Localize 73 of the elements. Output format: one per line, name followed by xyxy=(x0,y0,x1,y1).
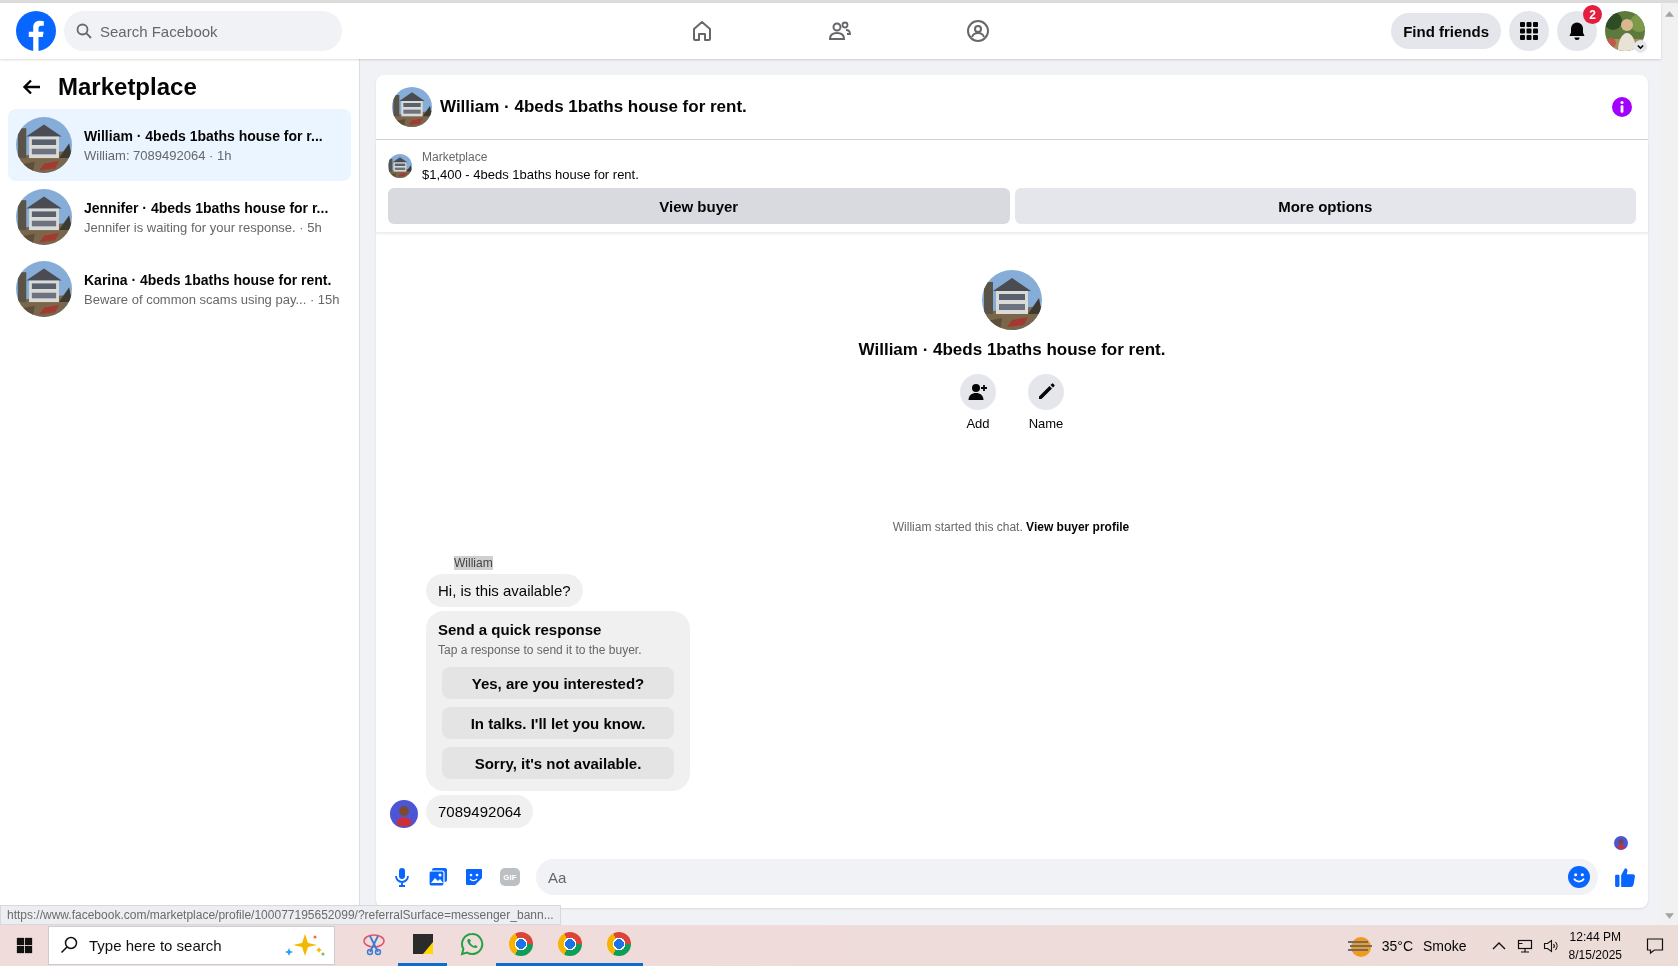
network-icon[interactable] xyxy=(1516,937,1533,954)
notification-center-icon[interactable] xyxy=(1646,936,1664,955)
pencil-icon xyxy=(1036,382,1056,402)
grid-icon xyxy=(1519,21,1539,41)
quick-response-hint: Tap a response to send it to the buyer. xyxy=(438,643,643,657)
conversation-title: William · 4beds 1baths house for r... xyxy=(84,127,323,144)
listing-source: Marketplace xyxy=(422,150,489,164)
windows-start-icon[interactable] xyxy=(16,937,33,954)
quick-response-title: Send a quick response xyxy=(438,621,603,638)
home-icon[interactable] xyxy=(690,19,714,43)
notifications-button[interactable] xyxy=(1557,11,1597,51)
weather-condition: Smoke xyxy=(1423,937,1467,954)
back-arrow-icon[interactable] xyxy=(22,77,42,97)
conversation-item[interactable]: Karina · 4beds 1baths house for rent. Beware of common scams using pay... · 15h xyxy=(8,253,351,325)
sparkle-icon xyxy=(285,933,325,957)
conversation-preview: William: 7089492064 · 1h xyxy=(84,147,233,163)
browser-icon xyxy=(557,932,582,956)
clock-time: 12:44 PM xyxy=(1569,928,1621,946)
listing-action-button[interactable]: More options xyxy=(1014,188,1636,224)
sticker-icon[interactable] xyxy=(464,867,484,887)
volume-icon[interactable] xyxy=(1542,937,1559,954)
clock-date: 8/15/2025 xyxy=(1568,946,1622,964)
chat-start-note: William started this chat. View buyer profile xyxy=(892,520,1130,534)
conversation-item[interactable]: Jennifer · 4beds 1baths house for r... Jennifer is waiting for your response. · 5h xyxy=(8,181,351,253)
search-field[interactable]: Search Facebook xyxy=(64,11,342,51)
profile-action-label: Name xyxy=(1028,416,1064,431)
paint-icon xyxy=(361,932,386,956)
add-person-icon xyxy=(968,382,988,402)
conversation-title: Karina · 4beds 1baths house for rent. xyxy=(84,271,333,288)
quick-response-button[interactable]: In talks. I'll let you know. xyxy=(442,707,674,739)
chat-bubble-icon xyxy=(459,932,484,956)
microphone-icon[interactable] xyxy=(392,867,412,887)
chat-title: William · 4beds 1baths house for rent. xyxy=(440,97,747,117)
link-status-url: https://www.facebook.com/marketplace/profile/100077195652099/?referralSurface=messenger_bann... xyxy=(0,905,561,925)
message-bubble: 7089492064 xyxy=(426,795,534,828)
quick-response-button[interactable]: Yes, are you interested? xyxy=(442,667,674,699)
browser-icon xyxy=(508,932,533,956)
conversation-preview: Beware of common scams using pay... · 15h xyxy=(84,291,340,307)
seen-avatar xyxy=(1614,836,1628,850)
listing-title: $1,400 - 4beds 1baths house for rent. xyxy=(422,167,639,182)
conversation-preview: Jennifer is waiting for your response. · 5h xyxy=(84,219,323,235)
search-icon xyxy=(60,936,78,954)
thumbs-up-icon[interactable] xyxy=(1614,866,1636,888)
image-icon[interactable] xyxy=(428,867,448,887)
browser-icon xyxy=(606,932,631,956)
listing-action-button[interactable]: View buyer xyxy=(388,188,1010,224)
logo-icon[interactable] xyxy=(16,11,56,51)
profile-action-button[interactable] xyxy=(960,374,996,410)
notification-badge: 2 xyxy=(1583,5,1602,24)
quick-response-button[interactable]: Sorry, it's not available. xyxy=(442,747,674,779)
bell-icon xyxy=(1567,21,1587,41)
profile-action-button[interactable] xyxy=(1028,374,1064,410)
sender-name: William xyxy=(454,556,493,570)
view-buyer-profile-link[interactable]: View buyer profile xyxy=(1026,520,1130,534)
profile-action-label: Add xyxy=(966,416,990,431)
sidebar-title: Marketplace xyxy=(58,73,197,101)
conversation-item[interactable]: William · 4beds 1baths house for r... William: 7089492064 · 1h xyxy=(8,109,351,181)
sticky-note-icon xyxy=(410,932,435,956)
message-bubble: Hi, is this available? xyxy=(426,574,583,607)
taskbar-search-field[interactable]: Type here to search xyxy=(48,926,335,965)
message-field[interactable]: Aa xyxy=(536,859,1598,895)
conversation-title: Jennifer · 4beds 1baths house for r... xyxy=(84,199,329,216)
chevron-down-icon[interactable] xyxy=(1634,40,1647,53)
weather-temperature: 35°C xyxy=(1381,937,1414,954)
emoji-icon[interactable] xyxy=(1568,866,1590,888)
find-friends-button[interactable]: Find friends xyxy=(1391,13,1501,49)
avatar xyxy=(390,800,418,828)
chat-name: William · 4beds 1baths house for rent. xyxy=(858,340,1166,360)
info-icon[interactable] xyxy=(1612,97,1632,117)
groups-icon[interactable] xyxy=(966,19,990,43)
search-icon xyxy=(76,23,92,39)
friends-icon[interactable] xyxy=(828,19,852,43)
menu-button[interactable] xyxy=(1509,11,1549,51)
